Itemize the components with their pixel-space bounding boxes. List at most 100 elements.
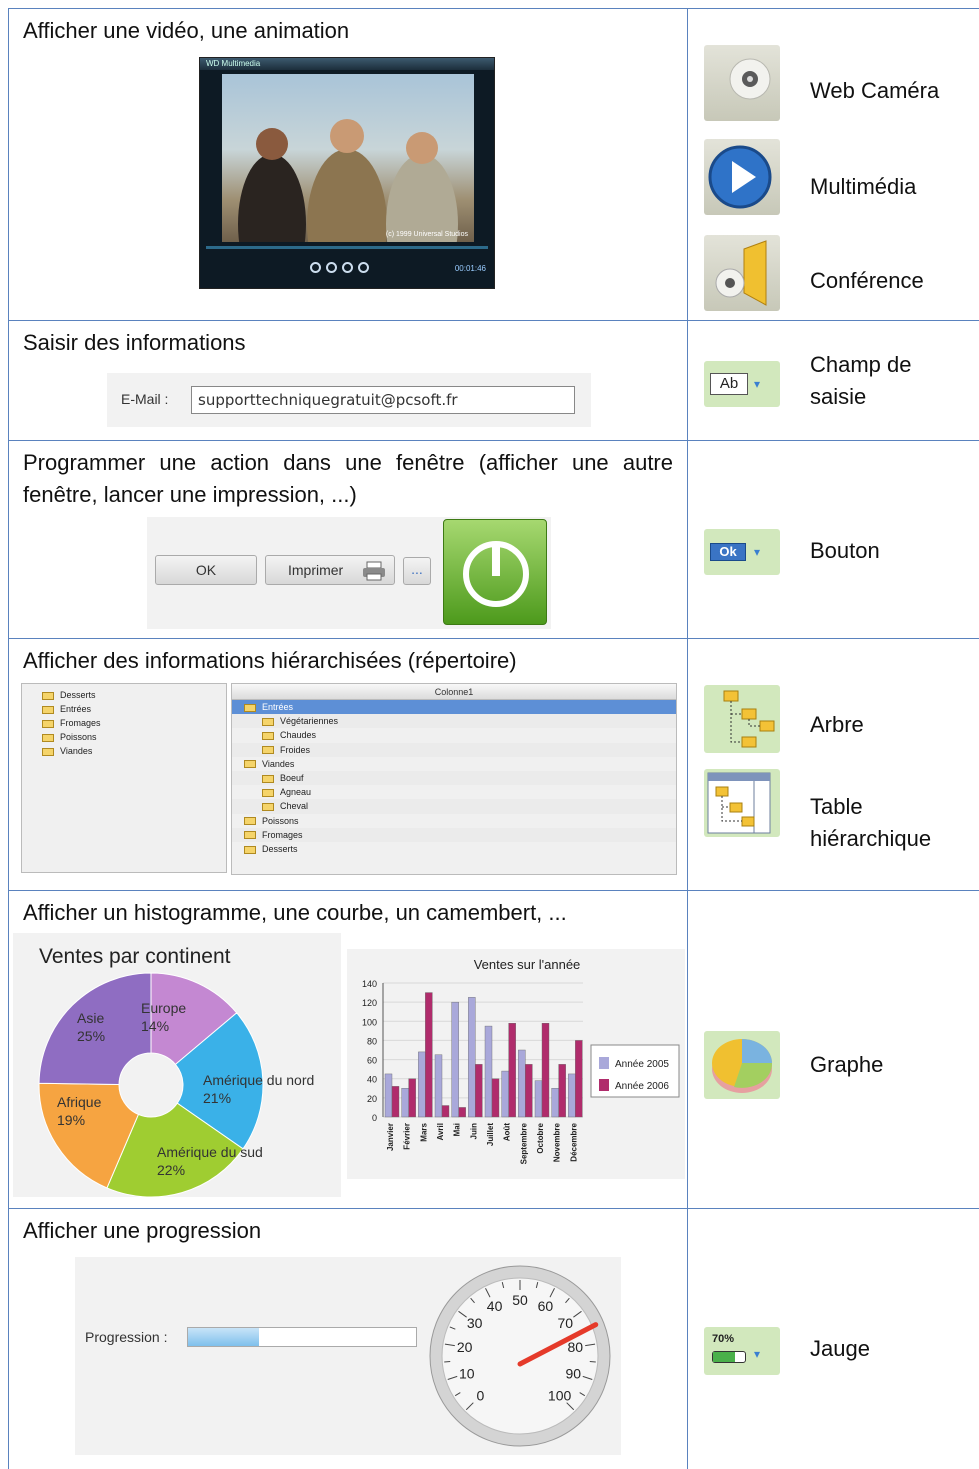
legend-swatch <box>599 1079 609 1091</box>
edit-field-icon-text: Ab <box>710 373 748 395</box>
gauge-tick-label: 40 <box>487 1298 503 1314</box>
pie-chart: Ventes par continentEurope14%Amérique du… <box>13 933 341 1197</box>
gauge-tick-label: 50 <box>512 1292 528 1308</box>
print-button[interactable]: Imprimer <box>265 555 395 585</box>
tree-table-label: Poissons <box>262 816 299 826</box>
video-seekbar[interactable] <box>206 246 488 249</box>
row-title: Afficher une vidéo, une animation <box>23 15 349 47</box>
gauge-tick-label: 20 <box>457 1339 473 1355</box>
tree-table-label: Entrées <box>262 702 293 712</box>
tree-table-row[interactable]: Fromages <box>232 828 676 842</box>
edit-example: E-Mail : supporttechniquegratuit@pcsoft.… <box>107 373 591 427</box>
folder-icon <box>262 775 274 783</box>
bar <box>525 1064 532 1117</box>
tree-control[interactable]: Desserts Entrées Fromages PoissonsViandes <box>21 683 227 873</box>
video-player: WD Multimedia (c) 1999 Universal Studios <box>199 57 495 289</box>
row-tree: Afficher des informations hiérarchisées … <box>9 639 979 891</box>
tree-table-row[interactable]: Cheval <box>232 799 676 813</box>
tree-item[interactable]: Fromages <box>30 716 226 730</box>
button-example: OK Imprimer ... <box>147 517 551 629</box>
email-field[interactable]: supporttechniquegratuit@pcsoft.fr <box>191 386 575 414</box>
gauge-example: Progression : 0102030405060708090100 <box>75 1257 621 1455</box>
tree-table-icon <box>704 769 780 837</box>
tree-table-row[interactable]: Viandes <box>232 757 676 771</box>
rewind-button[interactable] <box>310 262 321 273</box>
gauge-dial: 0102030405060708090100 <box>425 1261 615 1451</box>
progress-bar <box>187 1327 417 1347</box>
gauge-icon-text: 70% <box>712 1333 734 1345</box>
tree-table-row[interactable]: Entrées <box>232 700 676 714</box>
bar <box>425 993 432 1117</box>
x-tick-label: Février <box>403 1123 412 1150</box>
control-label: Multimédia <box>810 171 916 203</box>
control-label: saisie <box>810 381 866 413</box>
bar-chart-panel: Ventes sur l'année020406080100120140Janv… <box>347 949 685 1179</box>
tree-table-row[interactable]: Boeuf <box>232 771 676 785</box>
control-label: Champ de <box>810 349 912 381</box>
row-title: Saisir des informations <box>23 327 246 359</box>
ellipsis-button[interactable]: ... <box>403 557 431 585</box>
control-label: Web Caméra <box>810 75 939 107</box>
bar <box>542 1023 549 1117</box>
slice-label: Afrique <box>57 1094 102 1110</box>
tree-table[interactable]: Colonne1 Entrées VégétariennesChaudesFroi… <box>231 683 677 875</box>
printer-icon <box>362 561 386 581</box>
dropdown-arrow-icon: ▾ <box>754 545 760 559</box>
folder-icon <box>262 718 274 726</box>
folder-icon <box>42 720 54 728</box>
tree-table-rows: Entrées VégétariennesChaudesFroidesViande… <box>232 700 676 856</box>
tree-table-row[interactable]: Desserts <box>232 842 676 856</box>
bar <box>535 1081 542 1117</box>
tree-table-row[interactable]: Agneau <box>232 785 676 799</box>
slice-value: 21% <box>203 1090 231 1106</box>
column-header: Colonne1 <box>232 684 676 700</box>
ok-button[interactable]: OK <box>155 555 257 585</box>
folder-icon <box>244 760 256 768</box>
folder-icon <box>42 748 54 756</box>
x-tick-label: Novembre <box>553 1122 562 1162</box>
pie-chart-panel: Ventes par continentEurope14%Amérique du… <box>13 933 341 1197</box>
tree-item-label: Desserts <box>60 690 96 700</box>
control-label: Arbre <box>810 709 864 741</box>
control-label: Jauge <box>810 1333 870 1365</box>
legend-label: Année 2005 <box>615 1059 669 1070</box>
slice-value: 22% <box>157 1162 185 1178</box>
tree-table-row[interactable]: Poissons <box>232 814 676 828</box>
tree-table-row[interactable]: Froides <box>232 743 676 757</box>
bar <box>502 1071 509 1117</box>
tree-list: Desserts Entrées Fromages PoissonsViandes <box>22 684 226 758</box>
bar <box>402 1088 409 1117</box>
tree-icon <box>704 685 780 753</box>
feature-grid: Afficher une vidéo, une animation WD Mul… <box>8 8 979 1469</box>
tree-item-label: Fromages <box>60 718 101 728</box>
row-title: Afficher une progression <box>23 1215 261 1247</box>
bar <box>475 1064 482 1117</box>
tree-item[interactable]: Viandes <box>30 744 226 758</box>
tree-item[interactable]: Entrées <box>30 702 226 716</box>
bar <box>392 1086 399 1117</box>
row-title: Afficher des informations hiérarchisées … <box>23 645 517 677</box>
stop-button[interactable] <box>342 262 353 273</box>
tree-table-row[interactable]: Végétariennes <box>232 714 676 728</box>
x-tick-label: Mai <box>453 1123 462 1136</box>
folder-icon <box>244 704 256 712</box>
play-button[interactable] <box>326 262 337 273</box>
tree-item[interactable]: Desserts <box>30 688 226 702</box>
x-tick-label: Avril <box>436 1123 445 1141</box>
tree-table-row[interactable]: Chaudes <box>232 728 676 742</box>
forward-button[interactable] <box>358 262 369 273</box>
power-button[interactable] <box>443 519 547 625</box>
bar <box>418 1052 425 1117</box>
tree-table-label: Boeuf <box>280 773 304 783</box>
x-tick-label: Janvier <box>386 1123 395 1151</box>
y-tick-label: 140 <box>362 979 377 989</box>
tree-item[interactable]: Poissons <box>30 730 226 744</box>
slice-label: Europe <box>141 1000 186 1016</box>
video-window-title: WD Multimedia <box>200 58 494 70</box>
row-title: Programmer une action dans une fenêtre (… <box>23 447 673 511</box>
y-tick-label: 80 <box>367 1036 377 1046</box>
control-label: Graphe <box>810 1049 883 1081</box>
gauge-tick-label: 80 <box>568 1339 584 1355</box>
row-edit: Saisir des informations E-Mail : support… <box>9 321 979 441</box>
slice-value: 14% <box>141 1018 169 1034</box>
